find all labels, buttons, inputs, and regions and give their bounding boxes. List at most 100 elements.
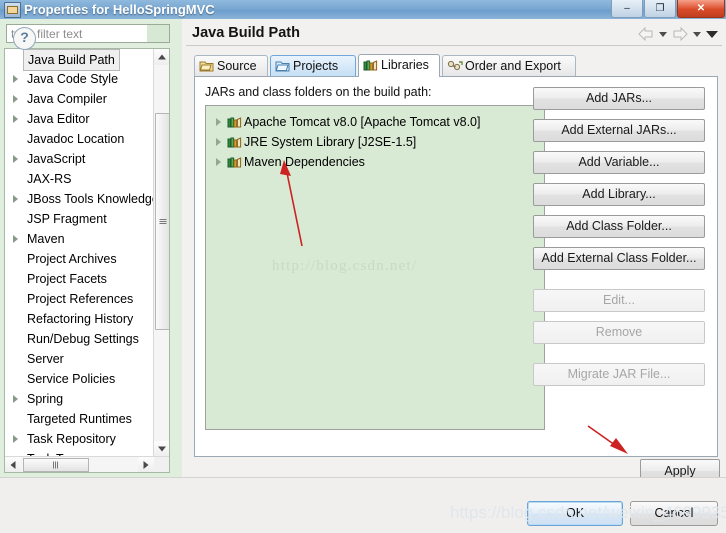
sidebar-item-jsp-fragment[interactable]: JSP Fragment <box>5 209 156 229</box>
sidebar-item-refactoring-history[interactable]: Refactoring History <box>5 309 156 329</box>
tab-label: Libraries <box>381 58 429 72</box>
add-class-folder-button[interactable]: Add Class Folder... <box>533 215 705 238</box>
expand-chevron-right-icon[interactable] <box>13 155 18 163</box>
tab-projects[interactable]: Projects <box>270 55 356 76</box>
expand-chevron-right-icon[interactable] <box>13 195 18 203</box>
tab-source[interactable]: Source <box>194 55 268 76</box>
add-external-class-folder-button[interactable]: Add External Class Folder... <box>533 247 705 270</box>
back-arrow-icon[interactable] <box>638 27 654 41</box>
expand-chevron-right-icon[interactable] <box>13 115 18 123</box>
sidebar-item-label: JBoss Tools Knowledge <box>27 192 156 206</box>
sidebar-item-targeted-runtimes[interactable]: Targeted Runtimes <box>5 409 156 429</box>
scroll-grip-icon <box>53 461 59 469</box>
sidebar-item-label: Refactoring History <box>27 312 134 326</box>
forward-arrow-icon[interactable] <box>672 27 688 41</box>
add-external-jars-button[interactable]: Add External JARs... <box>533 119 705 142</box>
libraries-list-items: Apache Tomcat v8.0 [Apache Tomcat v8.0] J… <box>206 106 544 172</box>
sidebar-item-project-facets[interactable]: Project Facets <box>5 269 156 289</box>
sidebar-item-label: Project Archives <box>27 252 117 266</box>
sidebar-item-label: Java Code Style <box>27 72 119 86</box>
sidebar-item-javascript[interactable]: JavaScript <box>5 149 156 169</box>
sidebar-horizontal-scrollbar[interactable] <box>5 456 169 472</box>
sidebar-item-java-build-path[interactable]: Java Build Path <box>5 49 156 71</box>
add-jars-button[interactable]: Add JARs... <box>533 87 705 110</box>
sidebar-item-project-references[interactable]: Project References <box>5 289 156 309</box>
libraries-list[interactable]: Apache Tomcat v8.0 [Apache Tomcat v8.0] J… <box>205 105 545 430</box>
sidebar-item-java-code-style[interactable]: Java Code Style <box>5 69 156 89</box>
add-library-button[interactable]: Add Library... <box>533 183 705 206</box>
library-entry-label: Maven Dependencies <box>244 155 365 169</box>
library-entry[interactable]: Apache Tomcat v8.0 [Apache Tomcat v8.0] <box>206 112 544 132</box>
build-path-tabs: Source Projects Libraries Order and Export <box>194 54 718 77</box>
sidebar-item-label: JSP Fragment <box>27 212 107 226</box>
expand-chevron-right-icon[interactable] <box>216 138 221 146</box>
back-history-chevron-down-icon[interactable] <box>659 31 667 37</box>
sidebar-item-java-editor[interactable]: Java Editor <box>5 109 156 129</box>
caret-up-icon <box>157 54 166 60</box>
libraries-description: JARs and class folders on the build path… <box>205 85 432 99</box>
sidebar-item-service-policies[interactable]: Service Policies <box>5 369 156 389</box>
library-icon <box>227 115 242 129</box>
sidebar-item-spring[interactable]: Spring <box>5 389 156 409</box>
inner-watermark: http://blog.csdn.net/ <box>272 258 418 274</box>
expand-chevron-right-icon[interactable] <box>216 118 221 126</box>
libraries-tab-panel: JARs and class folders on the build path… <box>194 77 718 457</box>
library-entry[interactable]: JRE System Library [J2SE-1.5] <box>206 132 544 152</box>
libraries-icon <box>363 58 378 72</box>
maximize-button[interactable]: ❐ <box>644 0 676 18</box>
title-separator <box>186 45 722 46</box>
library-entry-label: Apache Tomcat v8.0 [Apache Tomcat v8.0] <box>244 115 481 129</box>
sidebar-item-jboss-tools-knowledge[interactable]: JBoss Tools Knowledge <box>5 189 156 209</box>
migrate-jar-file-button: Migrate JAR File... <box>533 363 705 386</box>
sidebar-hscroll-thumb[interactable] <box>23 458 89 472</box>
window-icon <box>4 2 21 18</box>
projects-folder-icon <box>275 59 290 73</box>
help-question-icon[interactable]: ? <box>13 27 36 50</box>
library-icon <box>227 135 242 149</box>
window-controls: – ❐ ✕ <box>611 0 726 19</box>
caret-down-icon <box>157 446 166 452</box>
page-menu-chevron-down-icon[interactable] <box>706 30 718 38</box>
sidebar-item-project-archives[interactable]: Project Archives <box>5 249 156 269</box>
page-title: Java Build Path <box>192 25 300 41</box>
tab-order-and-export[interactable]: Order and Export <box>442 55 576 76</box>
expand-chevron-right-icon[interactable] <box>13 95 18 103</box>
expand-chevron-right-icon[interactable] <box>13 395 18 403</box>
tab-libraries[interactable]: Libraries <box>358 54 440 77</box>
sidebar-item-maven[interactable]: Maven <box>5 229 156 249</box>
expand-chevron-right-icon[interactable] <box>13 75 18 83</box>
expand-chevron-right-icon[interactable] <box>13 435 18 443</box>
sidebar-item-javadoc-location[interactable]: Javadoc Location <box>5 129 156 149</box>
add-variable-button[interactable]: Add Variable... <box>533 151 705 174</box>
expand-chevron-right-icon[interactable] <box>216 158 221 166</box>
sidebar-item-server[interactable]: Server <box>5 349 156 369</box>
expand-chevron-right-icon[interactable] <box>13 235 18 243</box>
sidebar-scroll-thumb[interactable] <box>155 113 169 330</box>
properties-dialog: Properties for HelloSpringMVC – ❐ ✕ Java… <box>0 0 726 533</box>
scroll-left-button[interactable] <box>5 457 21 472</box>
sidebar-item-label: Project References <box>27 292 134 306</box>
sidebar-item-java-compiler[interactable]: Java Compiler <box>5 89 156 109</box>
forward-history-chevron-down-icon[interactable] <box>693 31 701 37</box>
cancel-button[interactable]: Cancel <box>630 501 718 526</box>
ok-button[interactable]: OK <box>527 501 623 526</box>
scroll-up-button[interactable] <box>154 49 169 65</box>
sidebar-vertical-scrollbar[interactable] <box>153 49 169 472</box>
scroll-right-button[interactable] <box>138 457 154 472</box>
sidebar-item-task-repository[interactable]: Task Repository <box>5 429 156 449</box>
order-export-icon <box>447 59 463 73</box>
sidebar-item-label: Spring <box>27 392 64 406</box>
sidebar-item-label: Javadoc Location <box>27 132 125 146</box>
sidebar-item-label: Java Editor <box>27 112 90 126</box>
library-entry[interactable]: Maven Dependencies <box>206 152 544 172</box>
scroll-grip-icon <box>159 218 166 225</box>
minimize-button[interactable]: – <box>611 0 643 18</box>
sidebar-item-jax-rs[interactable]: JAX-RS <box>5 169 156 189</box>
sidebar-item-label: Maven <box>27 232 65 246</box>
scroll-down-button[interactable] <box>154 441 169 457</box>
page-navigation <box>638 27 718 41</box>
close-button[interactable]: ✕ <box>677 0 725 18</box>
sidebar-item-label: Project Facets <box>27 272 107 286</box>
sidebar-item-run-debug-settings[interactable]: Run/Debug Settings <box>5 329 156 349</box>
source-folder-icon <box>199 59 214 73</box>
